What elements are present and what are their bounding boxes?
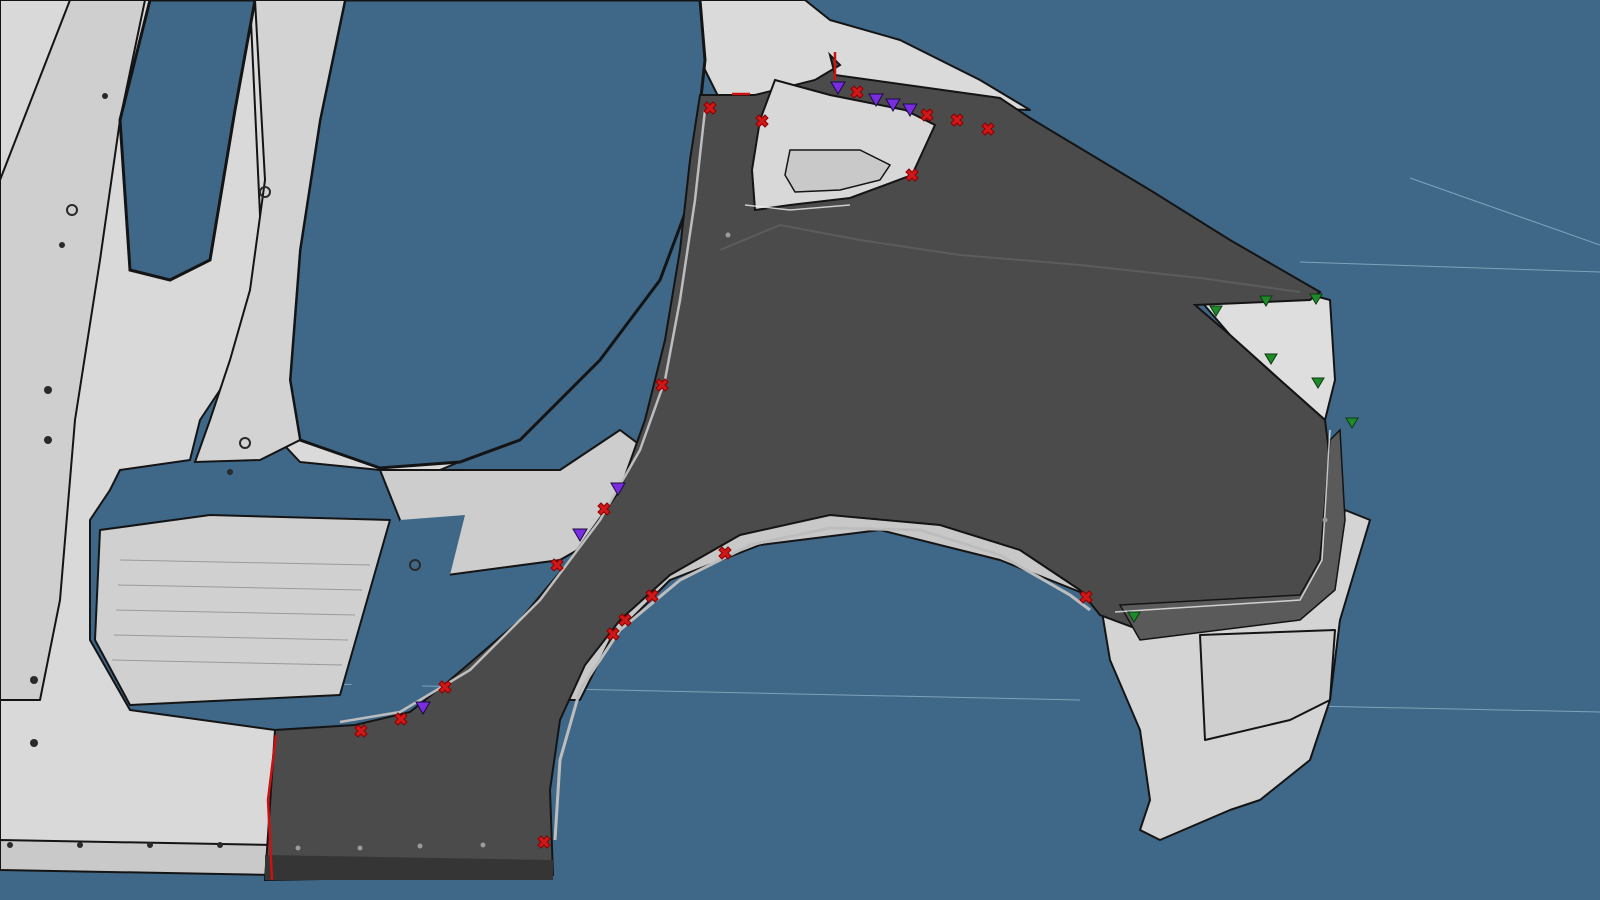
3d-viewport[interactable]	[0, 0, 1600, 900]
rear-door-opening	[288, 0, 707, 470]
rocker-panel[interactable]	[0, 839, 276, 876]
green-triangle-icon[interactable]	[1345, 417, 1359, 429]
viewport-canvas[interactable]	[0, 0, 1600, 900]
